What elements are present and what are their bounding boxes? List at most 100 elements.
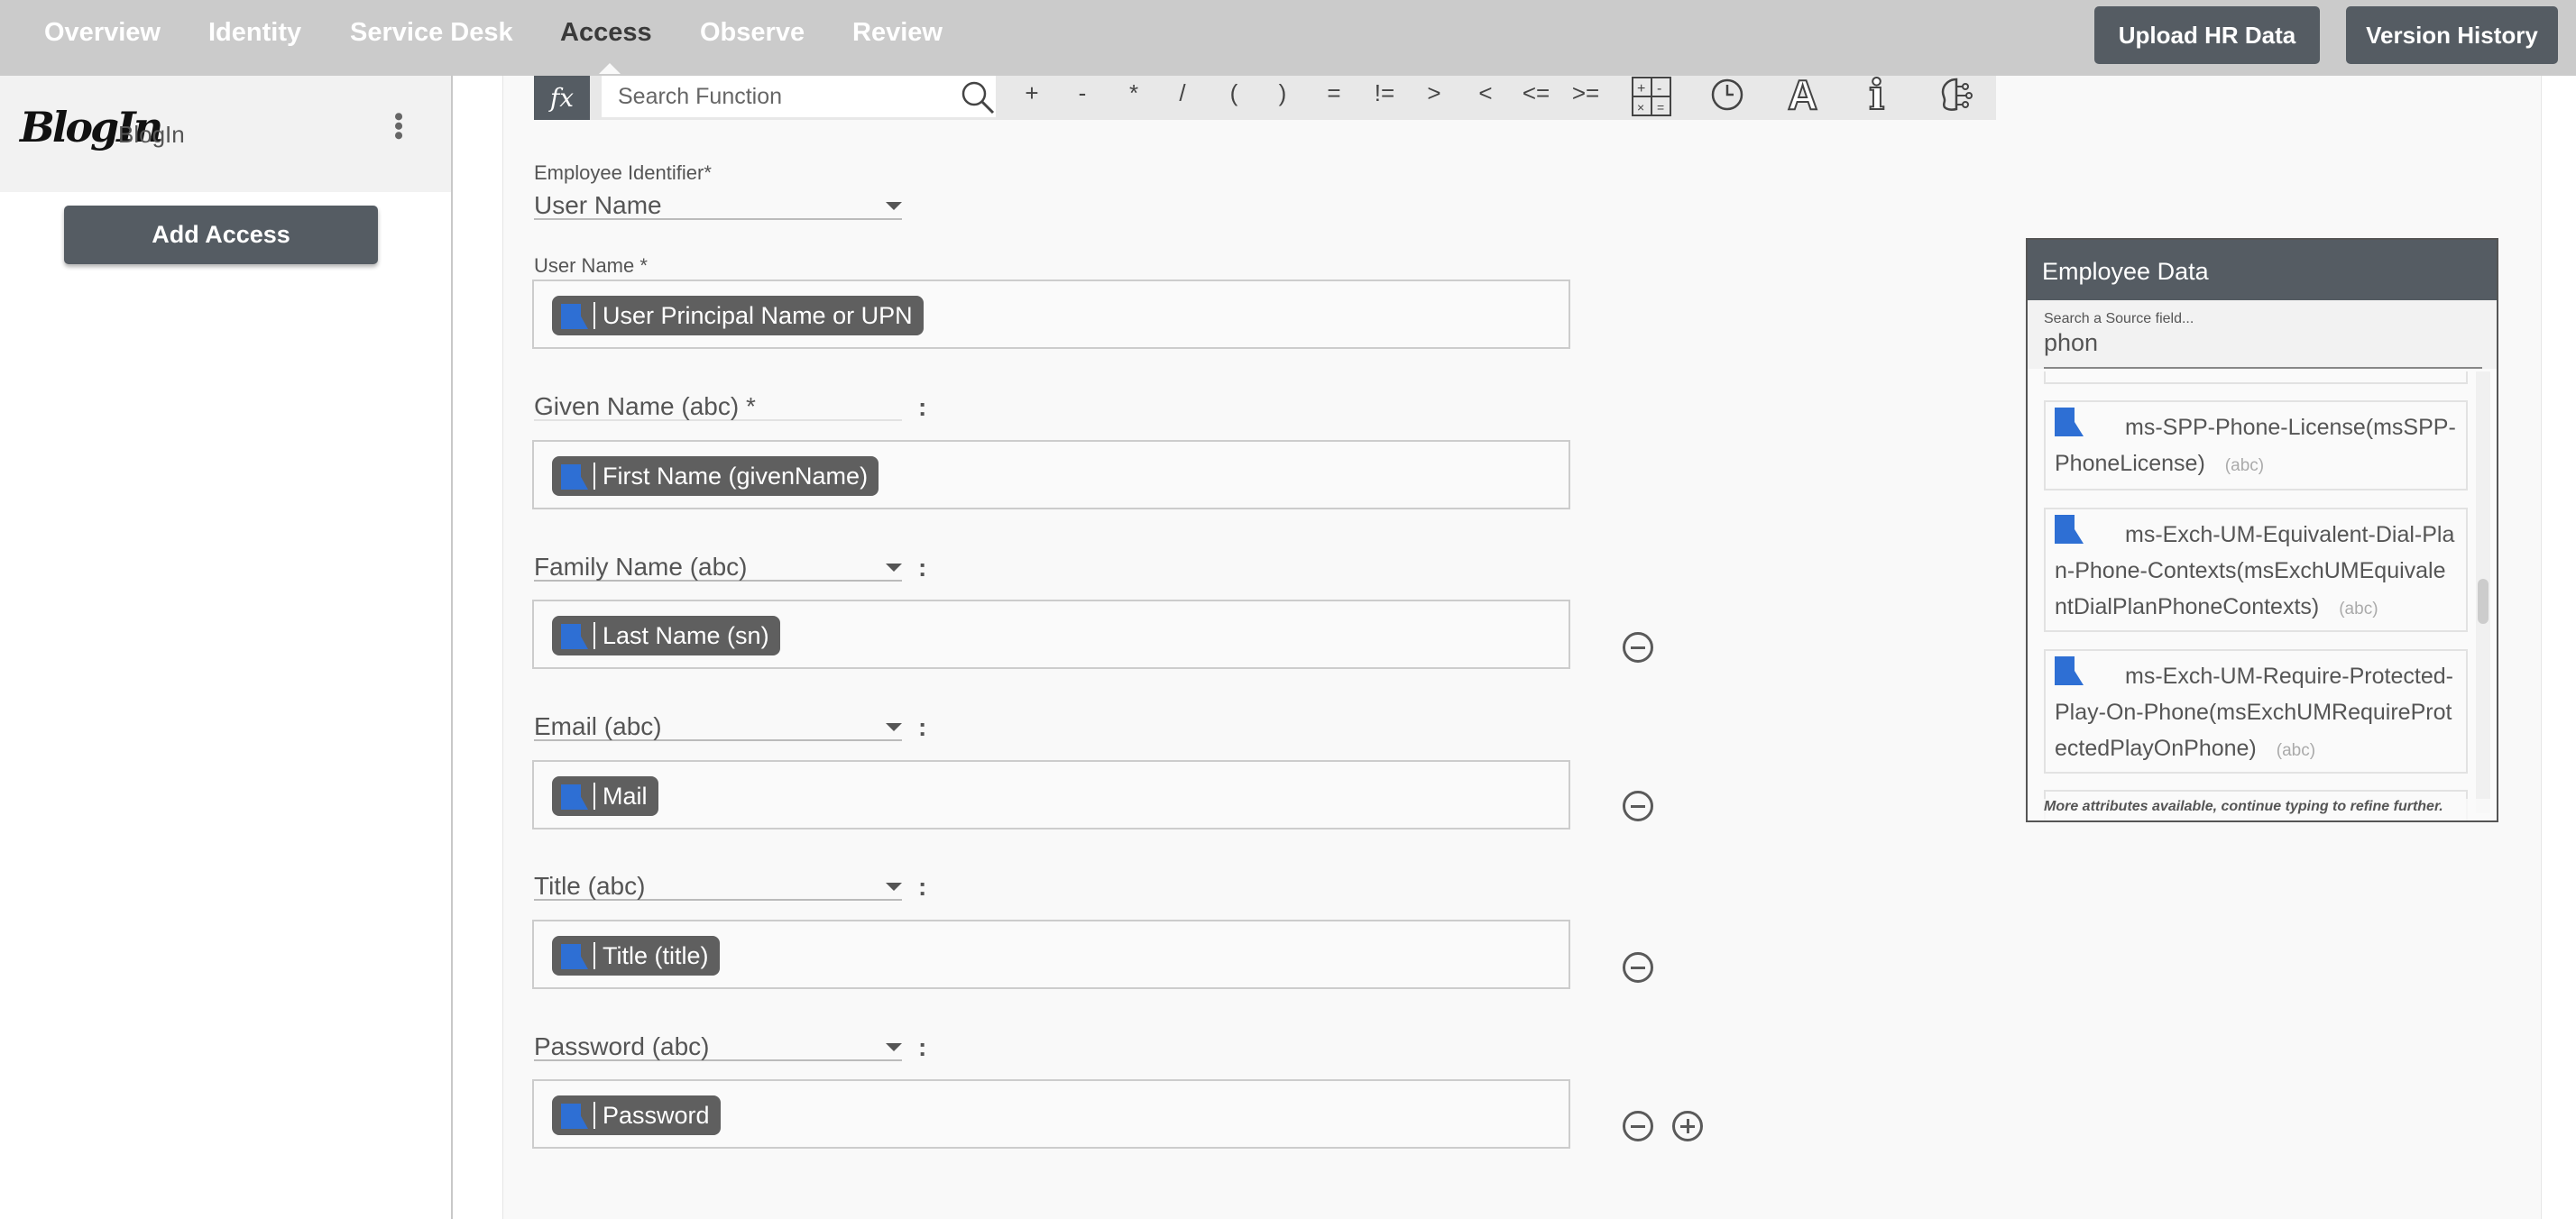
operator-greater-equal[interactable]: >= (1568, 79, 1604, 107)
svg-text:-: - (1657, 81, 1661, 96)
add-row-icon[interactable] (1672, 1111, 1703, 1141)
document-icon (561, 783, 595, 810)
chip-label: Password (603, 1101, 710, 1129)
document-icon (2055, 408, 2085, 438)
password-field[interactable]: Password (532, 1079, 1570, 1149)
version-history-button[interactable]: Version History (2346, 6, 2558, 64)
list-item[interactable]: ms-Exch-UM-Require-Protected-Play-On-Pho… (2044, 649, 2468, 774)
operator-equals[interactable]: = (1316, 79, 1352, 107)
more-attributes-hint: More attributes available, continue typi… (2028, 799, 2497, 820)
tab-overview[interactable]: Overview (44, 18, 161, 48)
search-icon[interactable] (960, 79, 996, 115)
document-icon (561, 942, 595, 969)
operator-greater[interactable]: > (1416, 79, 1452, 107)
search-label: Search a Source field... (2044, 311, 2194, 326)
attribute-label: Title (abc) (534, 872, 646, 900)
tab-service-desk[interactable]: Service Desk (350, 18, 513, 48)
clock-icon[interactable] (1710, 78, 1744, 112)
item-name: ms-Exch-UM-Equivalent-Dial-Plan-Phone-Co… (2055, 522, 2455, 619)
document-icon (561, 463, 595, 490)
list-item-partial (2044, 371, 2468, 384)
tab-review[interactable]: Review (852, 18, 943, 48)
operator-less-equal[interactable]: <= (1518, 79, 1554, 107)
svg-text:×: × (1637, 100, 1644, 115)
chevron-down-icon (886, 883, 902, 891)
attribute-select-given-name[interactable]: Given Name (abc) * (534, 392, 902, 421)
item-type: (abc) (2276, 741, 2316, 760)
colon: : (918, 393, 927, 421)
remove-row-icon[interactable] (1623, 1111, 1653, 1141)
family-name-field[interactable]: Last Name (sn) (532, 600, 1570, 669)
remove-row-icon[interactable] (1623, 791, 1653, 821)
operator-less[interactable]: < (1467, 79, 1504, 107)
attribute-label: Given Name (abc) * (534, 392, 756, 420)
employee-identifier-select[interactable]: User Name (534, 191, 902, 220)
attribute-label: Email (abc) (534, 712, 662, 740)
title-field[interactable]: Title (title) (532, 920, 1570, 989)
list-item[interactable]: ms-Exch-UM-Equivalent-Dial-Plan-Phone-Co… (2044, 508, 2468, 632)
operator-divide[interactable]: / (1164, 79, 1201, 107)
panel-title: Employee Data (2028, 240, 2497, 300)
document-icon (561, 622, 595, 649)
chip-label: Last Name (sn) (603, 621, 769, 649)
source-chip[interactable]: Last Name (sn) (552, 616, 780, 655)
remove-row-icon[interactable] (1623, 632, 1653, 663)
source-chip[interactable]: First Name (givenName) (552, 456, 879, 496)
document-icon (2055, 515, 2085, 545)
tab-observe[interactable]: Observe (700, 18, 805, 48)
operator-plus[interactable]: + (1014, 79, 1050, 107)
operator-minus[interactable]: - (1064, 79, 1100, 107)
calculator-icon[interactable]: + -× = (1631, 76, 1672, 117)
function-search-input[interactable]: Search Function (602, 76, 996, 117)
chevron-down-icon (886, 723, 902, 731)
attribute-select-email[interactable]: Email (abc) (534, 712, 902, 741)
source-chip[interactable]: Title (title) (552, 936, 720, 976)
brain-icon[interactable] (1937, 76, 1975, 114)
employee-identifier-label: Employee Identifier* (534, 161, 712, 184)
operator-close-paren[interactable]: ) (1265, 79, 1301, 107)
source-chip[interactable]: Password (552, 1095, 721, 1135)
fx-icon[interactable]: fx (534, 76, 590, 120)
attribute-select-password[interactable]: Password (abc) (534, 1032, 902, 1061)
email-field[interactable]: Mail (532, 760, 1570, 829)
document-icon (561, 302, 595, 329)
operator-open-paren[interactable]: ( (1216, 79, 1252, 107)
source-field-search[interactable]: Search a Source field... phon (2028, 300, 2497, 369)
kebab-menu-icon[interactable]: ••• (383, 112, 413, 141)
chip-label: Mail (603, 782, 648, 810)
chevron-down-icon (886, 1043, 902, 1051)
attribute-select-family-name[interactable]: Family Name (abc) (534, 553, 902, 582)
text-icon[interactable]: A (1787, 70, 1818, 119)
given-name-field[interactable]: First Name (givenName) (532, 440, 1570, 509)
scrollbar-track[interactable] (2476, 371, 2490, 813)
chip-label: User Principal Name or UPN (603, 301, 913, 329)
source-chip[interactable]: Mail (552, 776, 658, 816)
item-type: (abc) (2339, 600, 2378, 619)
item-name: ms-Exch-UM-Require-Protected-Play-On-Pho… (2055, 664, 2453, 761)
attribute-label: Family Name (abc) (534, 553, 748, 581)
operator-multiply[interactable]: * (1116, 79, 1152, 107)
add-access-button[interactable]: Add Access (64, 206, 378, 264)
list-item[interactable]: ms-SPP-Phone-License(msSPP-PhoneLicense)… (2044, 400, 2468, 490)
upload-hr-data-button[interactable]: Upload HR Data (2094, 6, 2320, 64)
source-chip[interactable]: User Principal Name or UPN (552, 296, 924, 335)
chevron-down-icon (886, 202, 902, 210)
employee-data-panel: Employee Data Search a Source field... p… (2026, 238, 2498, 822)
attribute-select-title[interactable]: Title (abc) (534, 872, 902, 901)
info-icon[interactable]: i (1868, 69, 1886, 120)
colon: : (918, 873, 927, 901)
sidebar: BlogIn BlogIn ••• Add Access (0, 76, 453, 1219)
attribute-label: Password (abc) (534, 1032, 710, 1060)
colon: : (918, 554, 927, 582)
scrollbar-thumb[interactable] (2478, 579, 2489, 624)
search-value: phon (2044, 329, 2099, 356)
app-header: BlogIn BlogIn ••• (0, 76, 451, 192)
tab-identity[interactable]: Identity (208, 18, 301, 48)
item-type: (abc) (2224, 456, 2265, 475)
operator-not-equals[interactable]: != (1366, 79, 1403, 107)
user-name-field[interactable]: User Principal Name or UPN (532, 280, 1570, 349)
top-nav: Overview Identity Service Desk Access Ob… (0, 0, 2576, 76)
remove-row-icon[interactable] (1623, 952, 1653, 983)
tab-access[interactable]: Access (560, 18, 652, 74)
chevron-down-icon (886, 564, 902, 572)
